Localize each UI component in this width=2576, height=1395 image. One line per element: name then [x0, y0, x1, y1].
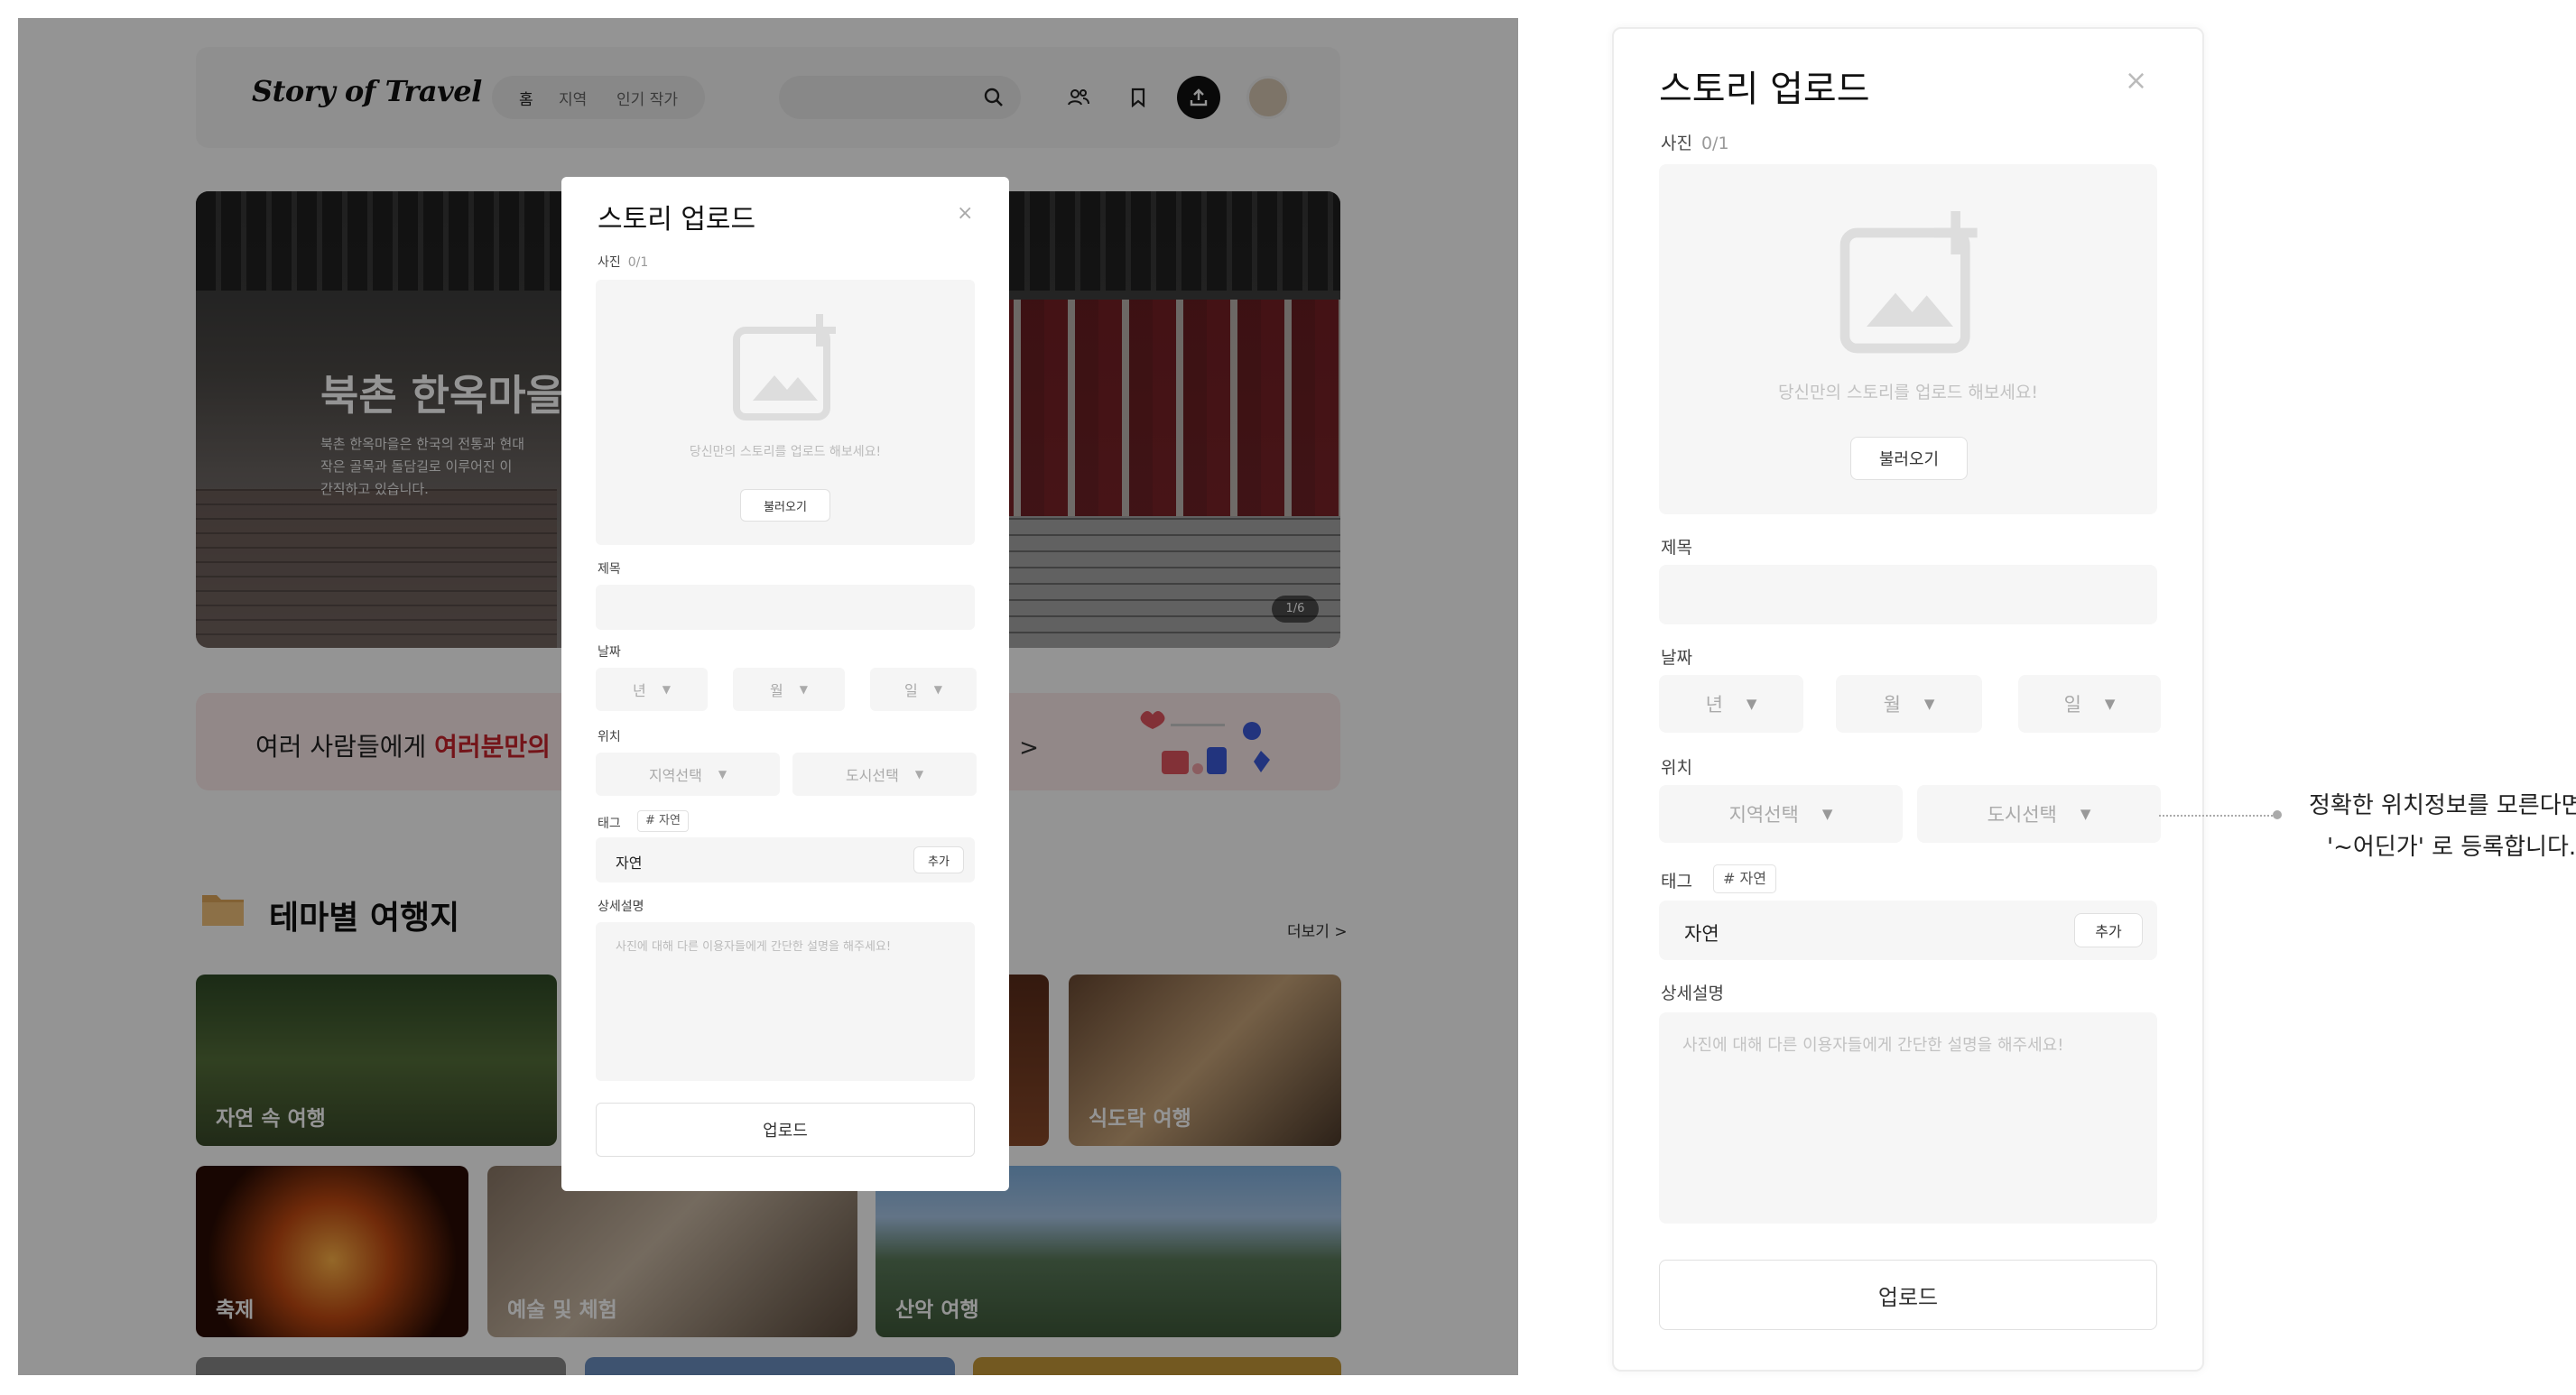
- day-select[interactable]: 일 ▼: [2018, 675, 2161, 733]
- upload-modal: 스토리 업로드 × 사진 0/1 당신만의 스토리를 업로드 해보세요! 불러오기…: [561, 177, 1009, 1191]
- tag-input[interactable]: 자연 추가: [1659, 901, 2157, 960]
- photo-label: 사진 0/1: [1661, 130, 1729, 154]
- day-select[interactable]: 일 ▼: [870, 668, 977, 711]
- annotation-note: 정확한 위치정보를 모른다면 '~어딘가' 로 등록합니다.: [2309, 785, 2576, 868]
- tag-label: 태그: [1661, 872, 1692, 892]
- description-placeholder: 사진에 대해 다른 이용자들에게 간단한 설명을 해주세요!: [1682, 1036, 2064, 1055]
- region-select-value: 지역선택: [648, 767, 702, 784]
- day-select-value: 일: [904, 682, 918, 699]
- location-label: 위치: [598, 730, 621, 744]
- tag-input[interactable]: 자연 추가: [596, 837, 975, 882]
- photo-count: 0/1: [627, 255, 649, 270]
- month-select[interactable]: 월 ▼: [733, 668, 845, 711]
- title-input[interactable]: [596, 585, 975, 630]
- photo-label-text: 사진: [1661, 134, 1692, 153]
- region-select[interactable]: 지역선택 ▼: [596, 753, 780, 796]
- photo-dropzone[interactable]: 당신만의 스토리를 업로드 해보세요! 불러오기: [596, 280, 975, 545]
- city-select-value: 도시선택: [1987, 804, 2057, 826]
- photo-hint: 당신만의 스토리를 업로드 해보세요!: [1778, 383, 2038, 402]
- year-select[interactable]: 년 ▼: [596, 668, 708, 711]
- tag-chip[interactable]: # 자연: [1713, 864, 1776, 893]
- tag-label: 태그: [598, 817, 621, 831]
- upload-button[interactable]: 업로드: [1659, 1260, 2157, 1330]
- city-select[interactable]: 도시선택 ▼: [792, 753, 977, 796]
- chevron-down-icon: ▼: [1746, 696, 1757, 712]
- city-select[interactable]: 도시선택 ▼: [1917, 785, 2161, 843]
- upload-modal-detail: 스토리 업로드 × 사진 0/1 당신만의 스토리를 업로드 해보세요! 불러오기…: [1612, 27, 2204, 1372]
- tag-input-value: 자연: [616, 855, 643, 872]
- chevron-down-icon: ▼: [799, 683, 808, 696]
- chevron-down-icon: ▼: [662, 683, 671, 696]
- region-select-value: 지역선택: [1728, 804, 1799, 826]
- year-select[interactable]: 년 ▼: [1659, 675, 1803, 733]
- annotation-connector: [2159, 815, 2276, 817]
- annotation-line: '~어딘가' 로 등록합니다.: [2327, 834, 2576, 861]
- image-add-icon: [1839, 211, 1978, 354]
- annotation-dot: [2273, 810, 2282, 819]
- modal-title: 스토리 업로드: [1659, 69, 1870, 110]
- year-select-value: 년: [633, 682, 646, 699]
- chevron-down-icon: ▼: [2104, 696, 2116, 712]
- month-select-value: 월: [770, 682, 783, 699]
- tag-input-value: 자연: [1684, 923, 1719, 945]
- image-add-icon: [733, 314, 836, 420]
- chevron-down-icon: ▼: [1821, 806, 1833, 822]
- month-select[interactable]: 월 ▼: [1836, 675, 1982, 733]
- title-input[interactable]: [1659, 565, 2157, 624]
- tag-add-button[interactable]: 추가: [913, 846, 964, 873]
- city-select-value: 도시선택: [845, 767, 899, 784]
- tag-add-button[interactable]: 추가: [2074, 913, 2143, 947]
- title-label: 제목: [1661, 538, 1692, 558]
- photo-dropzone[interactable]: 당신만의 스토리를 업로드 해보세요! 불러오기: [1659, 164, 2157, 514]
- load-button[interactable]: 불러오기: [740, 489, 830, 522]
- day-select-value: 일: [2063, 694, 2081, 716]
- title-label: 제목: [598, 562, 621, 577]
- chevron-down-icon: ▼: [2080, 806, 2091, 822]
- year-select-value: 년: [1705, 694, 1723, 716]
- date-label: 날짜: [598, 645, 621, 660]
- month-select-value: 월: [1883, 694, 1901, 716]
- description-textarea[interactable]: 사진에 대해 다른 이용자들에게 간단한 설명을 해주세요!: [596, 922, 975, 1081]
- tag-chip[interactable]: # 자연: [637, 810, 689, 832]
- description-label: 상세설명: [1661, 984, 1724, 1003]
- photo-hint: 당신만의 스토리를 업로드 해보세요!: [689, 445, 882, 459]
- chevron-down-icon: ▼: [718, 768, 727, 781]
- photo-label: 사진 0/1: [598, 253, 648, 271]
- chevron-down-icon: ▼: [933, 683, 942, 696]
- date-label: 날짜: [1661, 648, 1692, 668]
- load-button[interactable]: 불러오기: [1850, 437, 1968, 480]
- description-placeholder: 사진에 대해 다른 이용자들에게 간단한 설명을 해주세요!: [616, 940, 892, 954]
- description-textarea[interactable]: 사진에 대해 다른 이용자들에게 간단한 설명을 해주세요!: [1659, 1012, 2157, 1224]
- modal-title: 스토리 업로드: [598, 204, 756, 236]
- website-screenshot: Story of Travel 홈 지역 인기 작가 북촌 한옥마을 북촌 한옥…: [18, 18, 1518, 1375]
- annotation-line: 정확한 위치정보를 모른다면: [2309, 792, 2576, 819]
- location-label: 위치: [1661, 758, 1692, 778]
- upload-button[interactable]: 업로드: [596, 1103, 975, 1157]
- photo-count: 0/1: [1700, 134, 1729, 153]
- description-label: 상세설명: [598, 900, 644, 914]
- close-icon[interactable]: ×: [957, 202, 973, 225]
- photo-label-text: 사진: [598, 255, 621, 270]
- chevron-down-icon: ▼: [914, 768, 924, 781]
- region-select[interactable]: 지역선택 ▼: [1659, 785, 1903, 843]
- close-icon[interactable]: ×: [2125, 65, 2147, 97]
- chevron-down-icon: ▼: [1923, 696, 1935, 712]
